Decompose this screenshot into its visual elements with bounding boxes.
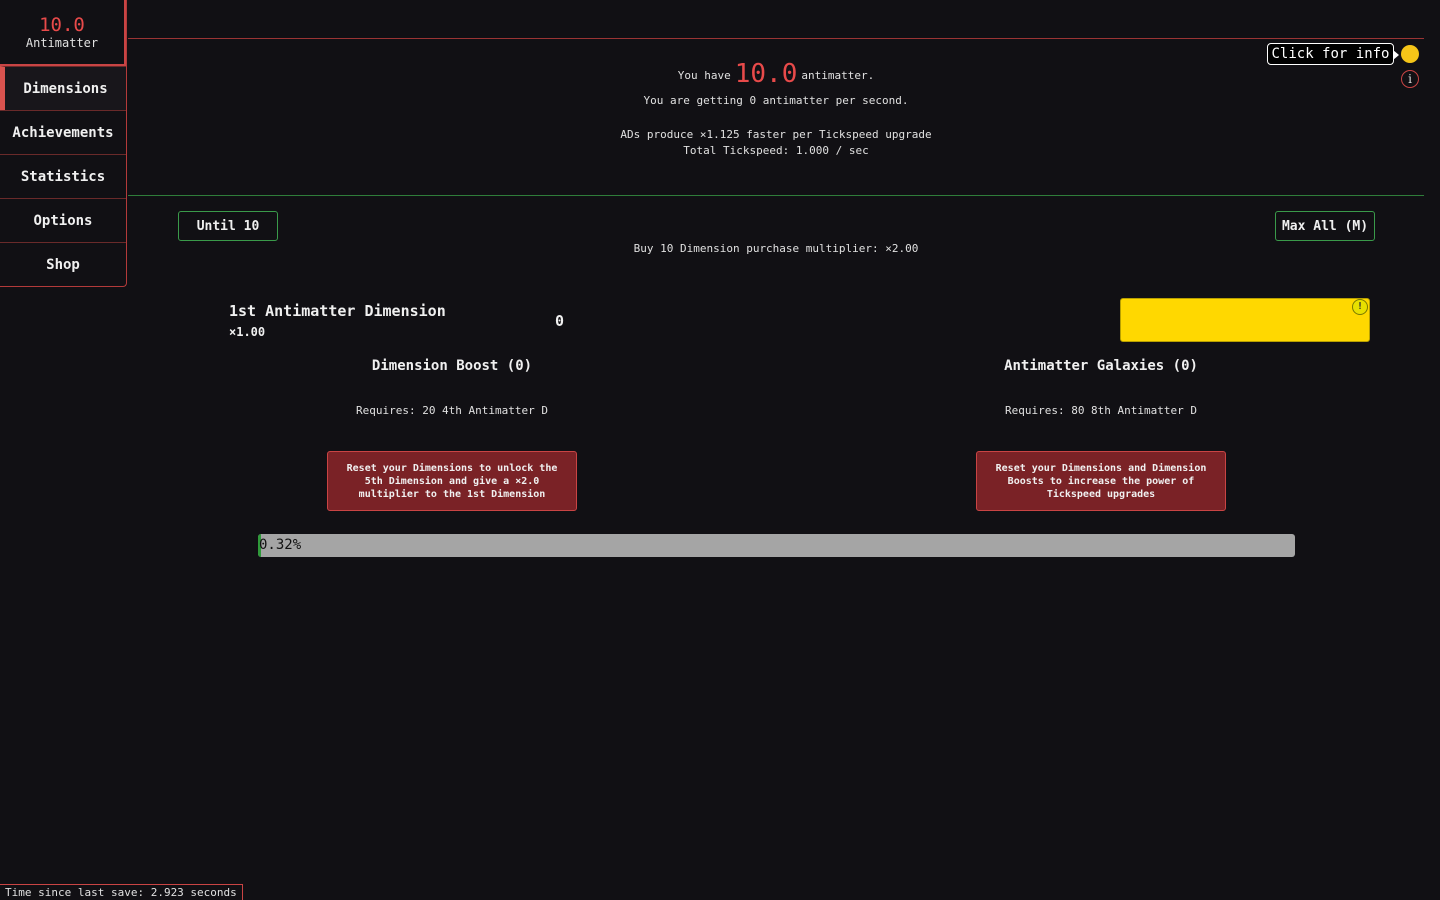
sidebar-item-statistics[interactable]: Statistics (0, 154, 126, 198)
exclamation-icon: ! (1352, 299, 1368, 315)
galaxies-requirement: Requires: 80 8th Antimatter D (1004, 404, 1198, 417)
you-have-suffix: antimatter. (801, 69, 875, 82)
sidebar: 10.0 Antimatter Dimensions Achievements … (0, 0, 127, 287)
sidebar-antimatter-label: Antimatter (25, 36, 99, 50)
save-time-indicator: Time since last save: 2.923 seconds (0, 884, 243, 900)
dimension-amount: 0 (555, 312, 565, 330)
tickspeed-info: ADs produce ×1.125 faster per Tickspeed … (128, 127, 1424, 159)
dimension-boost-button[interactable]: Reset your Dimensions to unlock the 5th … (327, 451, 577, 511)
buy10-multiplier-text: Buy 10 Dimension purchase multiplier: ×2… (633, 242, 919, 255)
dimension-boost-title: Dimension Boost (0) (371, 358, 533, 374)
antimatter-summary: You have 10.0 antimatter. (128, 50, 1424, 90)
header-bottom-divider (128, 195, 1424, 196)
header-info: You have 10.0 antimatter. You are getting … (128, 50, 1424, 159)
info-dot-icon[interactable] (1401, 45, 1419, 63)
sidebar-item-options[interactable]: Options (0, 198, 126, 242)
until-10-button[interactable]: Until 10 (178, 211, 278, 241)
sidebar-item-shop[interactable]: Shop (0, 242, 126, 286)
total-tickspeed-text: Total Tickspeed: 1.000 / sec (683, 144, 869, 157)
sidebar-item-dimensions[interactable]: Dimensions (0, 66, 126, 110)
max-all-button[interactable]: Max All (M) (1275, 211, 1375, 241)
game-page: 10.0 Antimatter Dimensions Achievements … (0, 0, 1440, 900)
header-top-divider (128, 38, 1424, 39)
galaxies-title: Antimatter Galaxies (0) (1004, 358, 1198, 374)
sidebar-resource: 10.0 Antimatter (0, 0, 126, 66)
sidebar-item-achievements[interactable]: Achievements (0, 110, 126, 154)
progress-bar: 0.32% (258, 534, 1295, 557)
dimension-buy-button[interactable]: ! (1120, 298, 1370, 342)
you-have-prefix: You have (677, 69, 731, 82)
info-icon[interactable]: i (1401, 70, 1419, 88)
tickspeed-upgrade-text: ADs produce ×1.125 faster per Tickspeed … (620, 128, 932, 141)
dimension-boost-requirement: Requires: 20 4th Antimatter D (355, 404, 549, 417)
click-for-info-button[interactable]: Click for info (1267, 43, 1399, 65)
galaxies-button[interactable]: Reset your Dimensions and Dimension Boos… (976, 451, 1226, 511)
dimension-name: 1st Antimatter Dimension (229, 302, 446, 320)
antimatter-amount: 10.0 (734, 59, 798, 89)
progress-label: 0.32% (259, 537, 302, 553)
sidebar-antimatter-amount: 10.0 (39, 14, 85, 36)
antimatter-per-second: You are getting 0 antimatter per second. (643, 94, 909, 107)
dimension-multiplier: ×1.00 (229, 325, 266, 339)
